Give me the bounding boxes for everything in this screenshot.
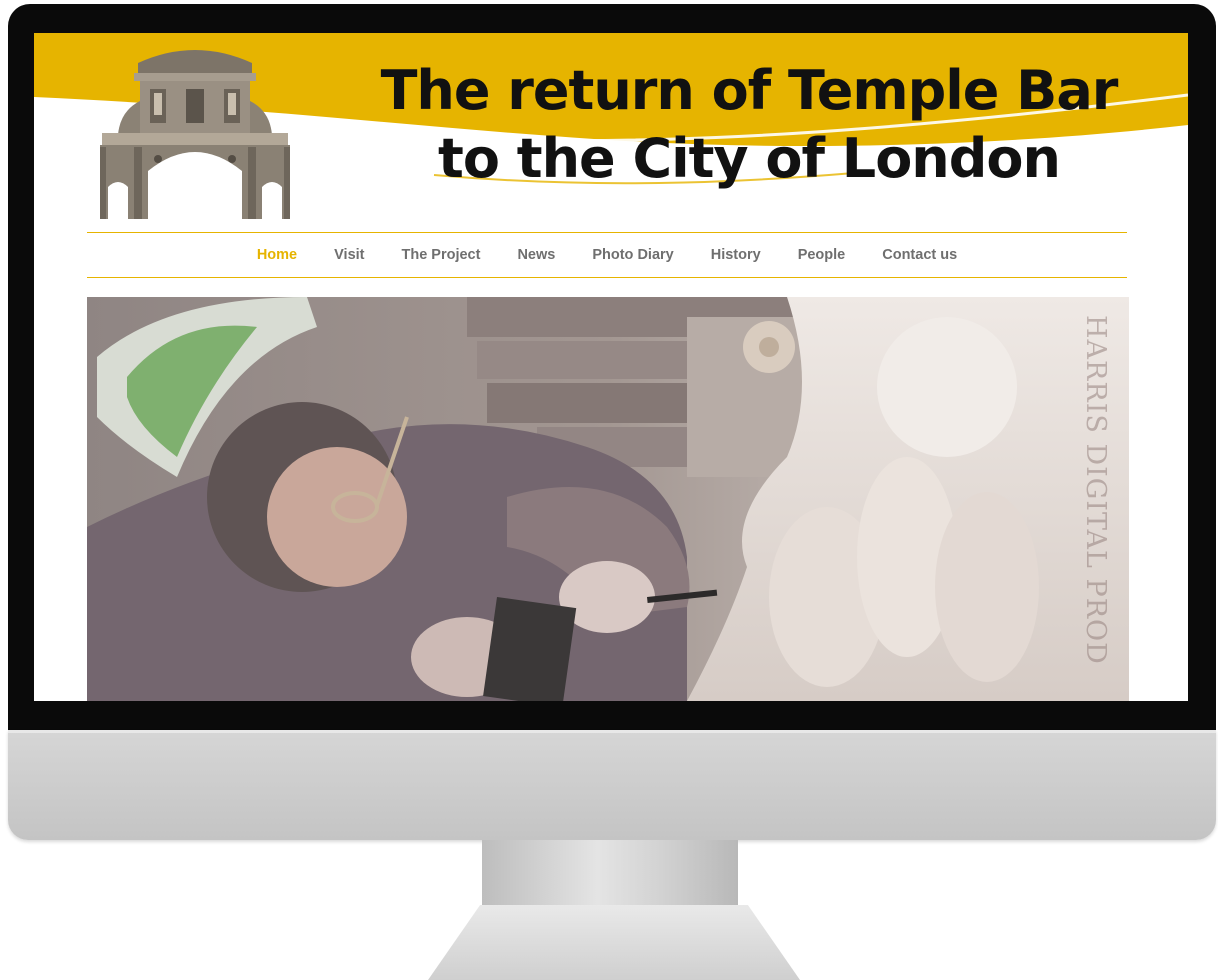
hero-image-stone-carver: HARRIS DIGITAL PROD [87,297,1129,701]
site-title: The return of Temple Bar to the City of … [380,59,1119,190]
nav-item-the-project[interactable]: The Project [383,247,499,263]
monitor: The return of Temple Bar to the City of … [0,0,1218,980]
nav-item-contact-us[interactable]: Contact us [864,247,976,263]
nav-item-home[interactable]: Home [238,247,315,263]
nav-item-photo-diary[interactable]: Photo Diary [574,247,692,263]
main-navigation: Home Visit The Project News Photo Diary … [87,232,1127,278]
nav-item-people[interactable]: People [779,247,864,263]
nav-item-visit[interactable]: Visit [316,247,383,263]
nav-item-news[interactable]: News [499,247,574,263]
site-header-banner: The return of Temple Bar to the City of … [34,33,1188,233]
temple-bar-gate-icon[interactable] [98,41,292,219]
hero-watermark: HARRIS DIGITAL PROD [1080,315,1111,665]
monitor-chin [8,730,1216,840]
monitor-chin-edge [8,730,1216,733]
monitor-stand-base [428,905,800,980]
nav-item-history[interactable]: History [692,247,779,263]
monitor-stand-neck [482,840,738,910]
hero-photo [87,297,1129,701]
webpage-screen: The return of Temple Bar to the City of … [34,33,1188,701]
